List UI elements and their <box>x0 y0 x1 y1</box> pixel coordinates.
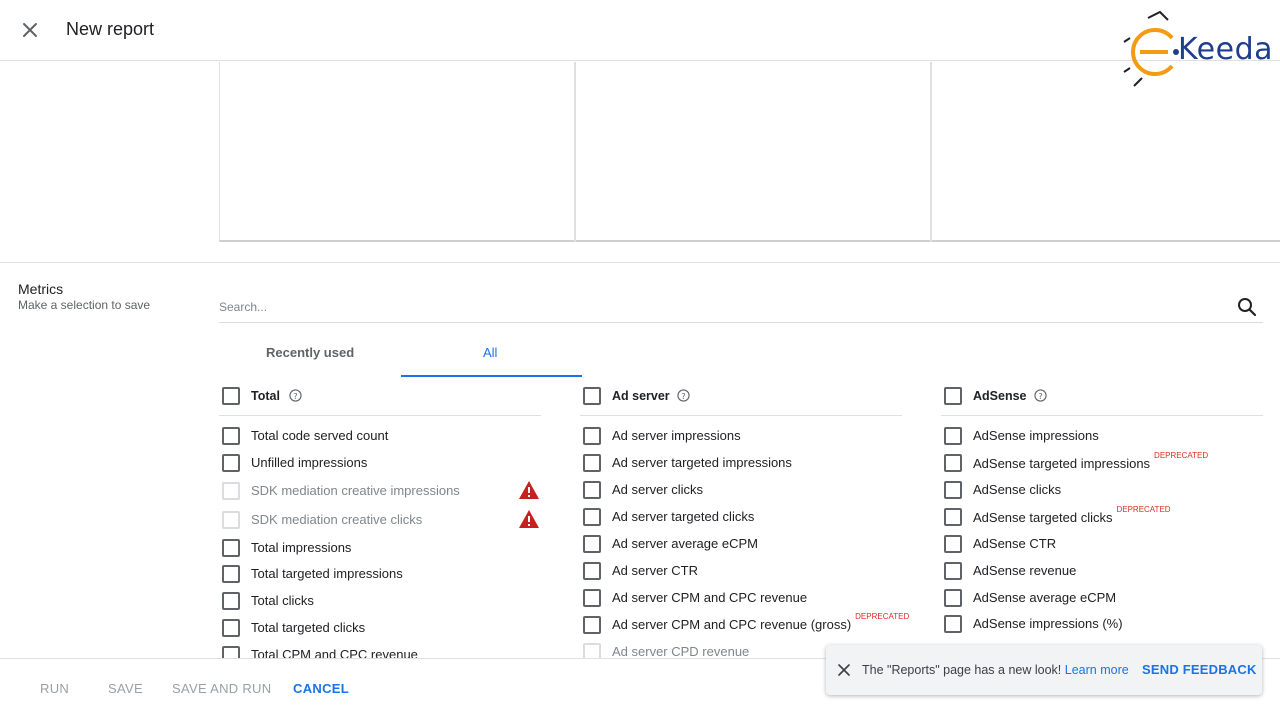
svg-text:?: ? <box>681 391 685 401</box>
metric-label-text: Ad server CPM and CPC revenue (gross) <box>612 617 852 632</box>
top-bar: New report <box>0 0 1280 61</box>
send-feedback-button[interactable]: SEND FEEDBACK <box>1142 662 1257 677</box>
metric-label: AdSense impressions (%) <box>973 616 1123 631</box>
tab-recently-used[interactable]: Recently used <box>266 345 354 360</box>
save-button[interactable]: SAVE <box>108 681 143 696</box>
metric-label: Ad server clicks <box>612 482 704 497</box>
section-divider <box>0 262 1280 263</box>
learn-more-link[interactable]: Learn more <box>1065 663 1129 677</box>
checkbox-adsense-targeted-impressions[interactable] <box>944 454 962 472</box>
metric-label: AdSense targeted clicksDEPRECATED <box>973 505 1171 525</box>
preview-column <box>576 62 932 242</box>
metric-label: AdSense targeted impressionsDEPRECATED <box>973 451 1208 471</box>
checkbox-ad-server-clicks[interactable] <box>583 481 601 499</box>
checkbox-total-group[interactable] <box>222 387 240 405</box>
checkbox-sdk-mediation-impressions <box>222 482 240 500</box>
checkbox-ad-server-impressions[interactable] <box>583 427 601 445</box>
checkbox-ad-server-cpm-cpc-revenue[interactable] <box>583 589 601 607</box>
checkbox-adsense-targeted-clicks[interactable] <box>944 508 962 526</box>
checkbox-adsense-clicks[interactable] <box>944 481 962 499</box>
metric-label-text: AdSense targeted clicks <box>973 510 1113 525</box>
preview-column <box>220 62 576 242</box>
group-title-ad-server: Ad server <box>612 389 670 403</box>
help-icon[interactable]: ? <box>289 389 302 402</box>
group-divider <box>219 415 541 416</box>
checkbox-ad-server-average-ecpm[interactable] <box>583 535 601 553</box>
metric-label: Total impressions <box>251 540 352 555</box>
report-preview <box>219 62 1280 242</box>
snackbar: The "Reports" page has a new look! Learn… <box>826 645 1262 695</box>
checkbox-unfilled-impressions[interactable] <box>222 454 240 472</box>
svg-text:?: ? <box>293 391 297 401</box>
close-icon[interactable] <box>18 18 42 42</box>
deprecated-badge: DEPRECATED <box>855 612 910 621</box>
metric-label: SDK mediation creative impressions <box>251 483 460 498</box>
checkbox-ad-server-cpm-cpc-revenue-gross[interactable] <box>583 616 601 634</box>
search-input[interactable] <box>219 298 1199 316</box>
metric-label: Ad server targeted clicks <box>612 509 755 524</box>
checkbox-ad-server-group[interactable] <box>583 387 601 405</box>
save-and-run-button[interactable]: SAVE AND RUN <box>172 681 271 696</box>
metrics-search <box>219 292 1263 323</box>
metrics-subtitle: Make a selection to save <box>18 298 151 312</box>
warning-icon <box>519 481 539 499</box>
group-title-total: Total <box>251 389 280 403</box>
warning-icon <box>519 510 539 528</box>
checkbox-sdk-mediation-clicks <box>222 511 240 529</box>
metric-label: Ad server CPM and CPC revenue <box>612 590 808 605</box>
metric-label: AdSense revenue <box>973 563 1077 578</box>
deprecated-badge: DEPRECATED <box>1154 451 1209 460</box>
metric-label: Ad server CPM and CPC revenue (gross)DEP… <box>612 612 909 632</box>
metric-label: Unfilled impressions <box>251 455 368 470</box>
tab-all[interactable]: All <box>483 345 497 360</box>
metric-label: Total targeted clicks <box>251 620 366 635</box>
checkbox-adsense-average-ecpm[interactable] <box>944 589 962 607</box>
metric-label-text: AdSense targeted impressions <box>973 456 1151 471</box>
metric-label: SDK mediation creative clicks <box>251 512 423 527</box>
metric-label: Ad server impressions <box>612 428 741 443</box>
metric-label: Total targeted impressions <box>251 566 403 581</box>
page-title: New report <box>66 19 155 39</box>
checkbox-ad-server-targeted-impressions[interactable] <box>583 454 601 472</box>
help-icon[interactable]: ? <box>677 389 690 402</box>
checkbox-total-code-served-count[interactable] <box>222 427 240 445</box>
checkbox-total-impressions[interactable] <box>222 539 240 557</box>
search-icon[interactable] <box>1237 297 1257 317</box>
checkbox-ad-server-ctr[interactable] <box>583 562 601 580</box>
checkbox-total-targeted-impressions[interactable] <box>222 565 240 583</box>
metric-label: Ad server targeted impressions <box>612 455 792 470</box>
preview-column <box>932 62 1280 242</box>
metric-label: Total code served count <box>251 428 389 443</box>
metric-label: AdSense CTR <box>973 536 1057 551</box>
group-title-adsense: AdSense <box>973 389 1027 403</box>
run-button[interactable]: RUN <box>40 681 69 696</box>
snackbar-message: The "Reports" page has a new look! Learn… <box>862 663 1129 677</box>
metric-label: AdSense impressions <box>973 428 1099 443</box>
checkbox-adsense-impressions[interactable] <box>944 427 962 445</box>
checkbox-total-targeted-clicks[interactable] <box>222 619 240 637</box>
metric-label: AdSense average eCPM <box>973 590 1117 605</box>
svg-text:?: ? <box>1038 391 1042 401</box>
checkbox-adsense-group[interactable] <box>944 387 962 405</box>
checkbox-total-clicks[interactable] <box>222 592 240 610</box>
group-divider <box>580 415 902 416</box>
metric-label: Ad server average eCPM <box>612 536 758 551</box>
metric-label: Ad server CPD revenue <box>612 644 750 659</box>
checkbox-adsense-revenue[interactable] <box>944 562 962 580</box>
checkbox-adsense-impressions-percent[interactable] <box>944 615 962 633</box>
metric-label: Ad server CTR <box>612 563 698 578</box>
cancel-button[interactable]: CANCEL <box>293 681 349 696</box>
snackbar-text: The "Reports" page has a new look! <box>862 663 1062 677</box>
tab-indicator <box>401 375 582 377</box>
metric-label: Total clicks <box>251 593 314 608</box>
deprecated-badge: DEPRECATED <box>1116 505 1171 514</box>
help-icon[interactable]: ? <box>1034 389 1047 402</box>
metrics-title: Metrics <box>18 281 64 297</box>
metric-label: AdSense clicks <box>973 482 1062 497</box>
checkbox-adsense-ctr[interactable] <box>944 535 962 553</box>
group-divider <box>941 415 1263 416</box>
close-icon[interactable] <box>836 662 852 678</box>
checkbox-ad-server-targeted-clicks[interactable] <box>583 508 601 526</box>
